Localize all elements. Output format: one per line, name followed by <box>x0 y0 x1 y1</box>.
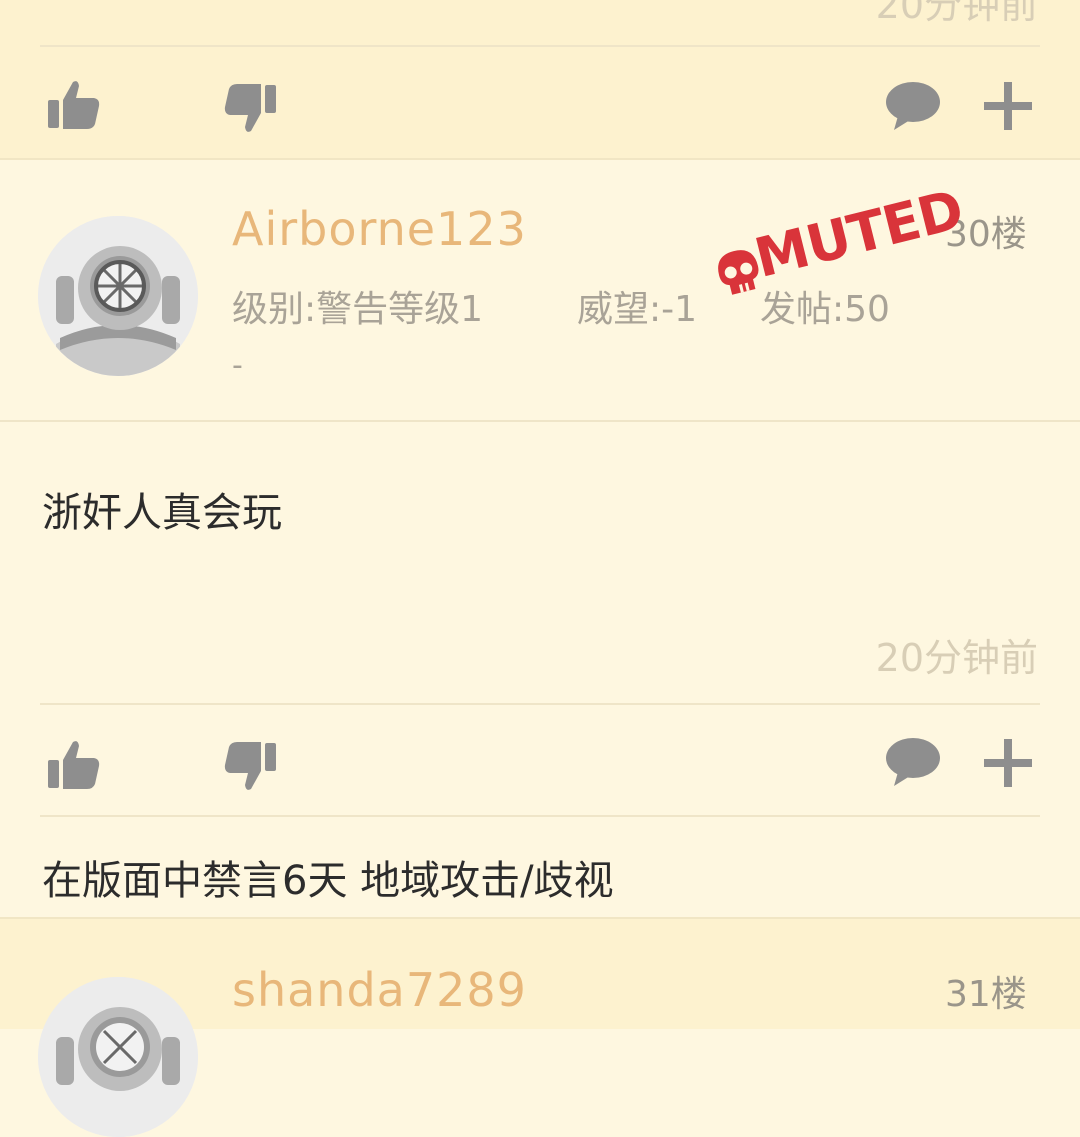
previous-post: 20分钟前 <box>0 0 1080 160</box>
post-time: 20分钟前 <box>875 636 1038 680</box>
user-prestige: 威望:-1 <box>577 289 698 330</box>
post-content: 浙奸人真会玩 <box>42 490 282 536</box>
divider <box>40 703 1040 705</box>
comment-button[interactable] <box>884 80 942 132</box>
plus-icon <box>984 82 1032 130</box>
thumbs-down-icon <box>224 742 276 790</box>
thumbs-up-icon <box>48 741 100 789</box>
add-button[interactable] <box>982 80 1034 132</box>
comment-icon <box>886 738 940 786</box>
next-post: shanda7289 31楼 <box>0 917 1080 1137</box>
like-button[interactable] <box>46 738 102 792</box>
dislike-button[interactable] <box>222 82 278 136</box>
add-button[interactable] <box>982 737 1034 789</box>
header-divider <box>0 420 1080 422</box>
username[interactable]: Airborne123 <box>232 202 527 256</box>
plus-icon <box>984 739 1032 787</box>
next-floor-number: 31楼 <box>945 974 1027 1015</box>
avatar[interactable] <box>38 977 198 1137</box>
comment-icon <box>886 82 940 130</box>
divider <box>40 815 1040 817</box>
user-signature: - <box>232 348 243 383</box>
moderation-note: 在版面中禁言6天 地域攻击/歧视 <box>42 858 614 904</box>
previous-post-time: 20分钟前 <box>875 0 1038 27</box>
user-level: 级别:警告等级1 <box>232 289 484 330</box>
divider <box>40 45 1040 47</box>
like-button[interactable] <box>46 78 102 132</box>
next-username[interactable]: shanda7289 <box>232 963 527 1017</box>
dislike-button[interactable] <box>222 740 278 794</box>
diver-helmet-avatar <box>38 216 198 376</box>
avatar[interactable] <box>38 216 198 376</box>
comment-button[interactable] <box>884 736 942 788</box>
thumbs-up-icon <box>48 81 100 129</box>
thumbs-down-icon <box>224 84 276 132</box>
diver-helmet-avatar <box>38 977 198 1137</box>
